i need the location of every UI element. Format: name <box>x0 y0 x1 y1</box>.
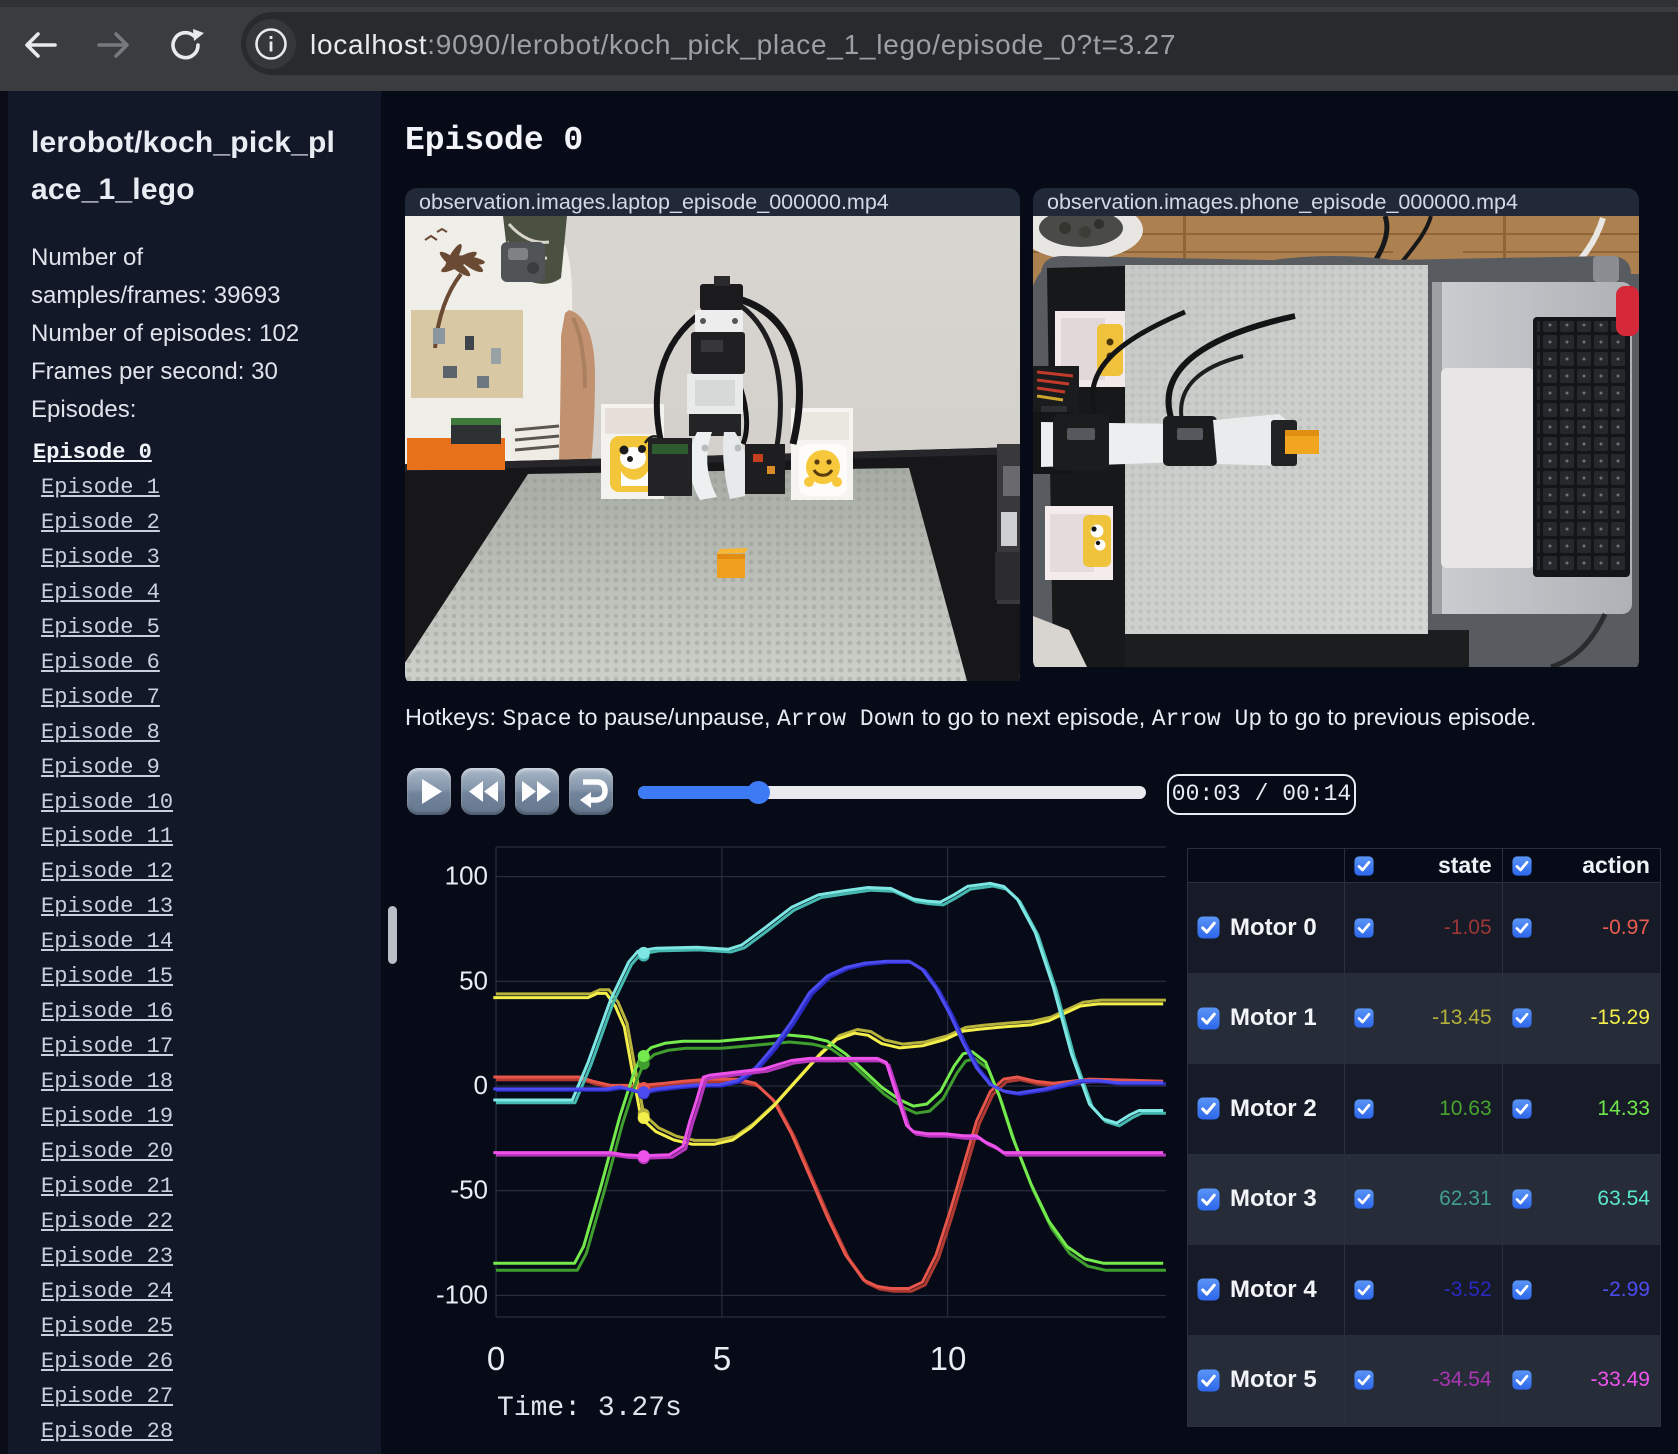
svg-text:5: 5 <box>713 1340 731 1377</box>
svg-text:-100: -100 <box>436 1279 488 1309</box>
svg-text:0: 0 <box>474 1070 488 1100</box>
svg-text:10: 10 <box>930 1340 967 1377</box>
svg-text:100: 100 <box>445 861 488 891</box>
svg-text:-50: -50 <box>450 1175 488 1205</box>
svg-text:50: 50 <box>459 965 488 995</box>
svg-text:Time: 3.27s: Time: 3.27s <box>497 1393 682 1424</box>
svg-text:0: 0 <box>487 1340 505 1377</box>
